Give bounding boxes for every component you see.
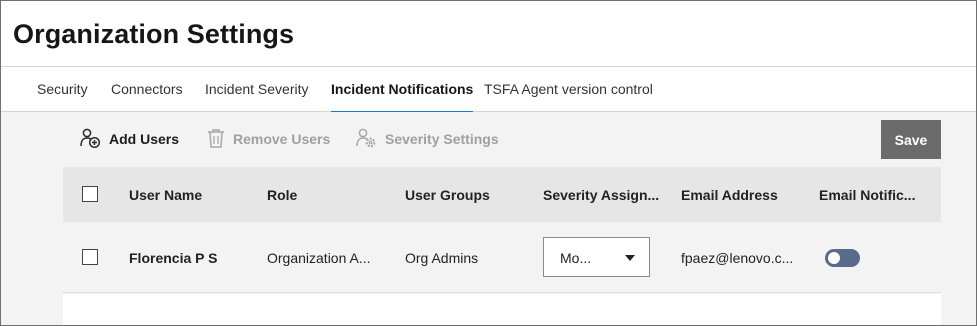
add-user-icon — [79, 127, 101, 152]
page-title: Organization Settings — [13, 19, 295, 49]
user-groups-cell: Org Admins — [405, 250, 479, 266]
column-header-severity-assignment[interactable]: Severity Assign... — [543, 187, 659, 203]
severity-settings-button[interactable]: Severity Settings — [355, 128, 499, 150]
user-settings-icon — [355, 127, 377, 152]
tab-bar: Security Connectors Incident Severity In… — [1, 66, 976, 113]
tab-incident-notifications[interactable]: Incident Notifications — [331, 67, 474, 113]
tab-incident-severity[interactable]: Incident Severity — [205, 67, 309, 112]
severity-dropdown-value: Mo... — [560, 250, 592, 266]
column-header-email-address[interactable]: Email Address — [681, 187, 778, 203]
tab-security[interactable]: Security — [37, 67, 88, 112]
table-row: Florencia P S Organization A... Org Admi… — [63, 222, 941, 293]
column-header-user-groups[interactable]: User Groups — [405, 187, 490, 203]
add-users-button[interactable]: Add Users — [79, 128, 179, 150]
trash-icon — [207, 128, 225, 151]
remove-users-button[interactable]: Remove Users — [207, 128, 330, 150]
tab-tsfa-agent-version-control[interactable]: TSFA Agent version control — [484, 67, 653, 112]
severity-settings-label: Severity Settings — [385, 131, 499, 147]
column-header-user-name[interactable]: User Name — [129, 187, 202, 203]
save-button[interactable]: Save — [881, 120, 941, 159]
severity-dropdown[interactable]: Mo... — [543, 237, 650, 277]
toggle-knob — [828, 252, 840, 264]
caret-down-icon — [625, 255, 635, 261]
settings-window: Organization Settings Security Connector… — [0, 0, 977, 326]
row-checkbox[interactable] — [82, 249, 98, 265]
select-all-checkbox[interactable] — [82, 186, 98, 202]
email-address-cell: fpaez@lenovo.c... — [681, 250, 794, 266]
table-header: User Name Role User Groups Severity Assi… — [63, 167, 941, 222]
table-empty-area — [63, 294, 941, 325]
column-header-role[interactable]: Role — [267, 187, 297, 203]
user-name-cell: Florencia P S — [129, 250, 218, 266]
tab-connectors[interactable]: Connectors — [111, 67, 183, 112]
add-users-label: Add Users — [109, 131, 180, 147]
email-notifications-toggle[interactable] — [825, 249, 860, 267]
column-header-email-notifications[interactable]: Email Notific... — [819, 187, 915, 203]
remove-users-label: Remove Users — [233, 131, 331, 147]
role-cell: Organization A... — [267, 250, 371, 266]
